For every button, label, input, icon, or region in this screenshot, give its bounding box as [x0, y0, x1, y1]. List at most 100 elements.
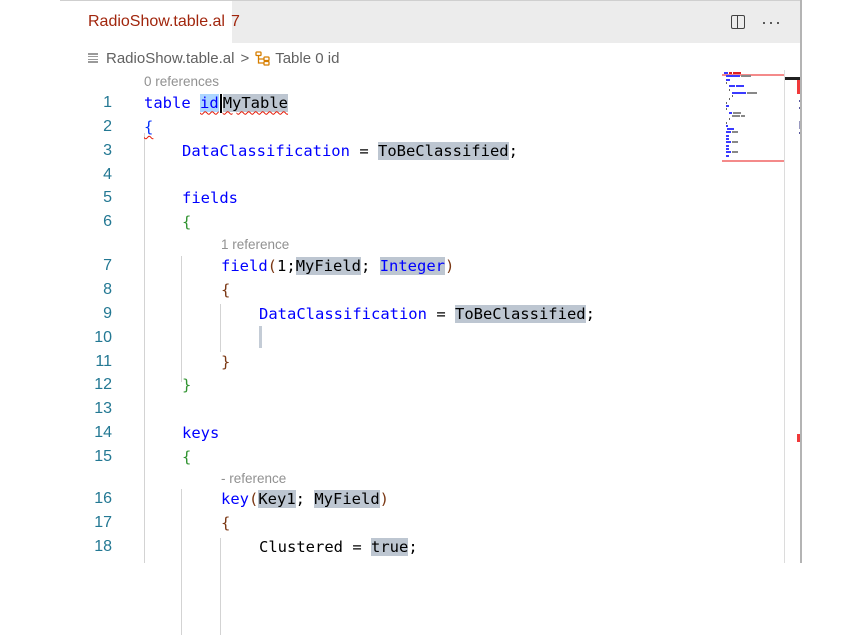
line-number: 3	[103, 142, 112, 159]
code-line: 5 fields	[60, 187, 720, 209]
minimap-code-line	[727, 128, 734, 131]
line-text: }	[221, 353, 231, 371]
code-line: 18 Clustered = true;	[60, 536, 720, 558]
line-number: 13	[94, 400, 112, 417]
line-number: 16	[94, 490, 112, 507]
line-number: 4	[103, 166, 112, 183]
code-line: 6 {	[60, 211, 720, 233]
file-lines-icon	[88, 53, 98, 63]
line-text: keys	[182, 424, 220, 442]
line-text: DataClassification = ToBeClassified;	[259, 305, 595, 323]
code-line: 17 {	[60, 512, 720, 534]
code-line: 12 }	[60, 374, 720, 396]
minimap-code-line	[729, 98, 730, 101]
minimap-code-line	[726, 138, 729, 140]
minimap-code-line	[726, 101, 727, 104]
minimap-code-line	[747, 91, 757, 94]
line-number: 1	[103, 94, 112, 111]
line-number: 8	[103, 281, 112, 298]
minimap-code-line	[729, 118, 730, 121]
code-line: 13	[60, 398, 720, 420]
line-text: {	[144, 118, 154, 136]
code-line: 15 {	[60, 446, 720, 468]
minimap-code-line	[726, 124, 728, 127]
tab-label: RadioShow.table.al	[88, 13, 225, 30]
editor-actions: ···	[731, 1, 782, 43]
codelens-references[interactable]: 0 references	[144, 74, 219, 89]
code-line: 3 DataClassification = ToBeClassified;	[60, 140, 720, 162]
symbol-structure-icon	[255, 51, 270, 66]
minimap-code-line	[741, 114, 745, 117]
window-edge	[800, 0, 802, 563]
codelens-references[interactable]: - reference	[221, 471, 286, 486]
line-text: {	[221, 514, 231, 532]
minimap-code-line	[732, 114, 740, 117]
line-number: 15	[94, 448, 112, 465]
line-text: DataClassification = ToBeClassified;	[182, 142, 518, 160]
minimap-error-marker	[722, 160, 784, 162]
minimap[interactable]	[720, 70, 784, 164]
tab-radioshow-table[interactable]: RadioShow.table.al 7	[60, 1, 240, 43]
breadcrumb-separator: >	[240, 49, 250, 67]
minimap-code-line	[726, 144, 729, 147]
minimap-code-line	[726, 134, 729, 137]
line-text: Clustered = true;	[259, 538, 418, 556]
line-text: key(Key1; MyField)	[221, 490, 390, 508]
secondary-cursor	[259, 326, 262, 348]
minimap-code-line	[726, 108, 727, 111]
line-number: 18	[94, 538, 112, 555]
code-line: 8 {	[60, 279, 720, 301]
line-text: field(1;MyField; Integer)	[221, 257, 455, 275]
indent-guide	[181, 489, 182, 635]
more-actions-icon[interactable]: ···	[761, 13, 782, 31]
minimap-code-line	[741, 75, 751, 78]
minimap-code-line	[732, 151, 738, 154]
text-cursor	[219, 93, 222, 113]
line-number: 5	[103, 189, 112, 206]
minimap-code-line	[726, 131, 731, 134]
line-number: 9	[103, 305, 112, 322]
minimap-code-line	[732, 91, 746, 94]
minimap-code-line	[733, 72, 741, 74]
line-number: 17	[94, 514, 112, 531]
minimap-code-line	[724, 72, 728, 74]
code-line: 11 }	[60, 351, 720, 373]
tab-bar: RadioShow.table.al 7 ···	[60, 1, 800, 43]
split-editor-icon[interactable]	[731, 15, 746, 29]
minimap-code-line	[736, 85, 744, 88]
line-text: {	[221, 281, 231, 299]
line-number: 11	[95, 353, 112, 370]
minimap-code-line	[726, 81, 727, 84]
minimap-code-line	[729, 72, 732, 74]
code-line: 2 {	[60, 116, 720, 138]
line-number: 12	[94, 376, 112, 393]
minimap-code-line	[726, 75, 740, 78]
code-line: 14 keys	[60, 422, 720, 444]
minimap-code-line	[726, 121, 727, 124]
minimap-code-line	[729, 85, 735, 88]
breadcrumb-file[interactable]: RadioShow.table.al	[106, 50, 234, 67]
identifier-mytable: MyTable	[222, 93, 289, 112]
minimap-code-line	[732, 141, 738, 144]
line-text: {	[182, 448, 192, 466]
code-line: 4	[60, 164, 720, 186]
minimap-code-line	[732, 95, 733, 98]
codelens-references[interactable]: 1 reference	[221, 237, 289, 252]
breadcrumb-symbol[interactable]: Table 0 id	[275, 50, 339, 67]
line-number: 6	[103, 213, 112, 230]
minimap-code-line	[733, 111, 741, 114]
line-number: 14	[94, 424, 112, 441]
line-number: 10	[94, 329, 112, 346]
minimap-code-line	[726, 78, 730, 81]
minimap-code-line	[729, 111, 732, 114]
breadcrumb: RadioShow.table.al > Table 0 id	[88, 46, 339, 70]
line-text: {	[182, 213, 192, 231]
minimap-code-line	[732, 131, 738, 134]
code-line: 9 DataClassification = ToBeClassified;	[60, 303, 720, 325]
vertical-scrollbar[interactable]	[785, 70, 801, 563]
code-line: 1 table id MyTable	[60, 92, 720, 114]
code-line: 7 field(1;MyField; Integer)	[60, 255, 720, 277]
minimap-code-line	[726, 147, 729, 150]
minimap-code-line	[729, 88, 730, 91]
minimap-code-line	[726, 105, 729, 107]
